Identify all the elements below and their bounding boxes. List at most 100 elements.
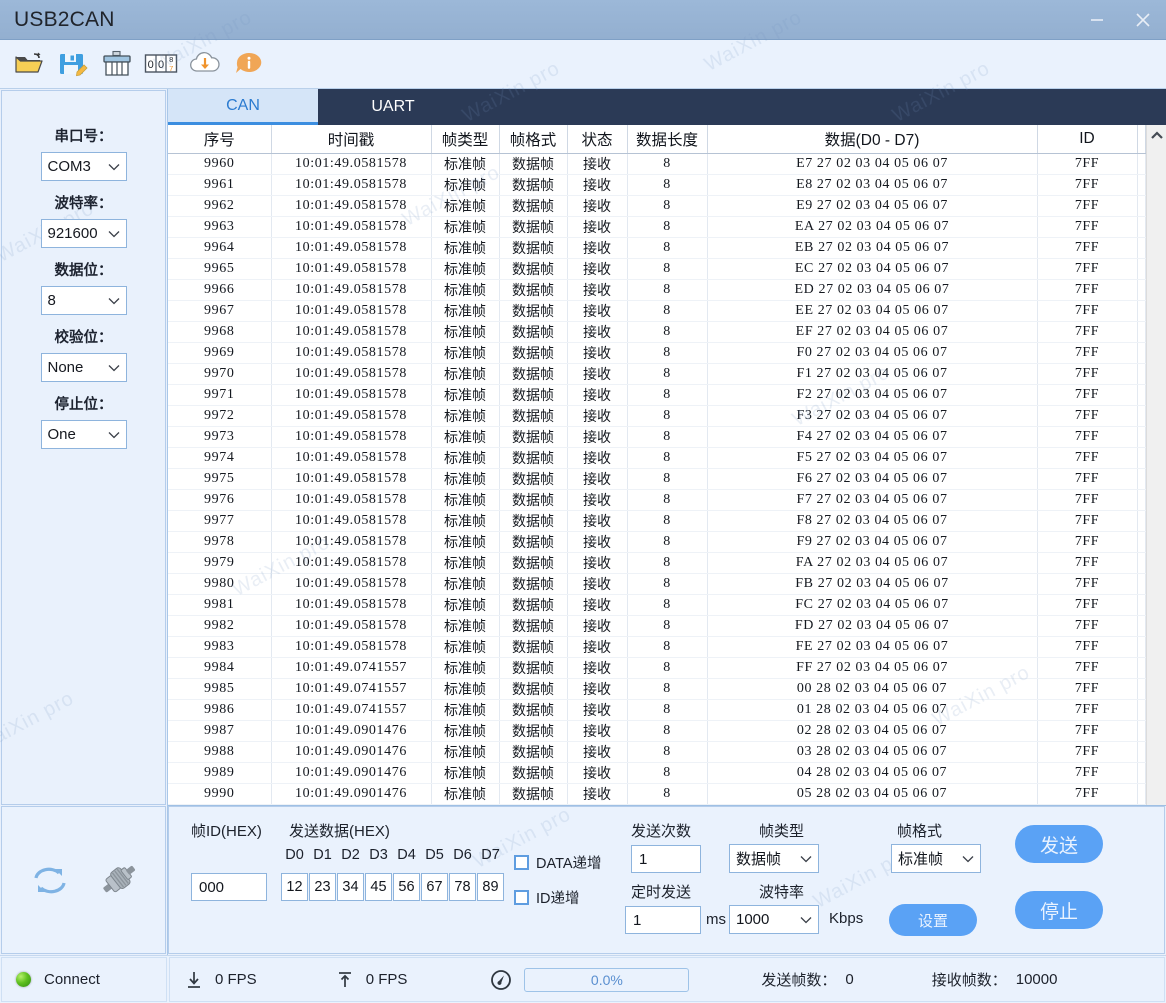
stop-button[interactable]: 停止 [1015, 891, 1103, 929]
byte-input-d0[interactable]: 12 [281, 873, 308, 901]
byte-input-d6[interactable]: 78 [449, 873, 476, 901]
col-header-seq[interactable]: 序号 [168, 125, 271, 153]
send-panel: WaiXin pro WaiXin pro 帧ID(HEX) 000 发送数据(… [168, 806, 1165, 954]
tab-uart[interactable]: UART [318, 89, 468, 125]
table-row[interactable]: 997810:01:49.0581578标准帧数据帧接收8F9 27 02 03… [168, 531, 1146, 552]
table-row[interactable]: 996010:01:49.0581578标准帧数据帧接收8E7 27 02 03… [168, 153, 1146, 174]
cell-state: 接收 [567, 258, 627, 279]
table-row[interactable]: 996410:01:49.0581578标准帧数据帧接收8EB 27 02 03… [168, 237, 1146, 258]
byte-input-d2[interactable]: 34 [337, 873, 364, 901]
baudrate-select[interactable]: 921600 [41, 219, 127, 248]
cell-time: 10:01:49.0581578 [271, 258, 431, 279]
table-row[interactable]: 996910:01:49.0581578标准帧数据帧接收8F0 27 02 03… [168, 342, 1146, 363]
scroll-up-button[interactable] [1147, 125, 1166, 145]
cell-fformat: 数据帧 [499, 741, 567, 762]
col-header-dlc[interactable]: 数据长度 [627, 125, 707, 153]
col-header-ftype[interactable]: 帧类型 [431, 125, 499, 153]
col-header-id[interactable]: ID [1037, 125, 1137, 153]
open-file-button[interactable] [10, 44, 48, 84]
counter-button[interactable]: 0 0 8 7 [142, 44, 180, 84]
table-row[interactable]: 999010:01:49.0901476标准帧数据帧接收805 28 02 03… [168, 783, 1146, 804]
table-row[interactable]: 997410:01:49.0581578标准帧数据帧接收8F5 27 02 03… [168, 447, 1146, 468]
byte-input-d5[interactable]: 67 [421, 873, 448, 901]
connection-status[interactable]: Connect [1, 957, 167, 1002]
table-row[interactable]: 996110:01:49.0581578标准帧数据帧接收8E8 27 02 03… [168, 174, 1146, 195]
tab-can[interactable]: CAN [168, 89, 318, 125]
table-row[interactable]: 997510:01:49.0581578标准帧数据帧接收8F6 27 02 03… [168, 468, 1146, 489]
table-row[interactable]: 996710:01:49.0581578标准帧数据帧接收8EE 27 02 03… [168, 300, 1146, 321]
cell-fformat: 数据帧 [499, 237, 567, 258]
byte-input-d3[interactable]: 45 [365, 873, 392, 901]
cell-data: 00 28 02 03 04 05 06 07 [707, 678, 1037, 699]
save-file-button[interactable] [54, 44, 92, 84]
table-row[interactable]: 997610:01:49.0581578标准帧数据帧接收8F7 27 02 03… [168, 489, 1146, 510]
table-row[interactable]: 998110:01:49.0581578标准帧数据帧接收8FC 27 02 03… [168, 594, 1146, 615]
table-row[interactable]: 996510:01:49.0581578标准帧数据帧接收8EC 27 02 03… [168, 258, 1146, 279]
cell-data: F1 27 02 03 04 05 06 07 [707, 363, 1037, 384]
table-row[interactable]: 997010:01:49.0581578标准帧数据帧接收8F1 27 02 03… [168, 363, 1146, 384]
port-select[interactable]: COM3 [41, 152, 127, 181]
byte-input-d4[interactable]: 56 [393, 873, 420, 901]
vertical-scrollbar[interactable] [1146, 125, 1166, 805]
col-header-time[interactable]: 时间戳 [271, 125, 431, 153]
col-header-data[interactable]: 数据(D0 - D7) [707, 125, 1037, 153]
minimize-button[interactable] [1074, 0, 1120, 39]
byte-input-d1[interactable]: 23 [309, 873, 336, 901]
table-row[interactable]: 998310:01:49.0581578标准帧数据帧接收8FE 27 02 03… [168, 636, 1146, 657]
table-row[interactable]: 996810:01:49.0581578标准帧数据帧接收8EF 27 02 03… [168, 321, 1146, 342]
frame-id-input[interactable]: 000 [191, 873, 267, 901]
timer-send-input[interactable]: 1 [625, 906, 701, 934]
table-row[interactable]: 997210:01:49.0581578标准帧数据帧接收8F3 27 02 03… [168, 405, 1146, 426]
table-row[interactable]: 998510:01:49.0741557标准帧数据帧接收800 28 02 03… [168, 678, 1146, 699]
databits-select[interactable]: 8 [41, 286, 127, 315]
table-row[interactable]: 998210:01:49.0581578标准帧数据帧接收8FD 27 02 03… [168, 615, 1146, 636]
parity-select[interactable]: None [41, 353, 127, 382]
col-header-state[interactable]: 状态 [567, 125, 627, 153]
bus-load-value: 0.0% [591, 972, 623, 988]
table-row[interactable]: 997310:01:49.0581578标准帧数据帧接收8F4 27 02 03… [168, 426, 1146, 447]
send-count-input[interactable]: 1 [631, 845, 701, 873]
table-row[interactable]: 996310:01:49.0581578标准帧数据帧接收8EA 27 02 03… [168, 216, 1146, 237]
table-row[interactable]: 998810:01:49.0901476标准帧数据帧接收803 28 02 03… [168, 741, 1146, 762]
chevron-down-icon [108, 161, 120, 173]
table-row[interactable]: 998010:01:49.0581578标准帧数据帧接收8FB 27 02 03… [168, 573, 1146, 594]
cell-id: 7FF [1037, 216, 1137, 237]
cell-state: 接收 [567, 216, 627, 237]
cell-pad [1137, 678, 1146, 699]
table-row[interactable]: 997110:01:49.0581578标准帧数据帧接收8F2 27 02 03… [168, 384, 1146, 405]
connector-button[interactable] [95, 860, 141, 900]
table-row[interactable]: 997910:01:49.0581578标准帧数据帧接收8FA 27 02 03… [168, 552, 1146, 573]
refresh-button[interactable] [27, 860, 73, 900]
stopbits-select[interactable]: One [41, 420, 127, 449]
cell-ftype: 标准帧 [431, 573, 499, 594]
table-row[interactable]: 996210:01:49.0581578标准帧数据帧接收8E9 27 02 03… [168, 195, 1146, 216]
body: WaiXin pro WaiXin pro 串口号： COM3 波特率： 921… [0, 89, 1166, 955]
clear-button[interactable] [98, 44, 136, 84]
id-increment-checkbox[interactable]: ID递增 [514, 887, 580, 908]
table-row[interactable]: 997710:01:49.0581578标准帧数据帧接收8F8 27 02 03… [168, 510, 1146, 531]
cell-time: 10:01:49.0741557 [271, 699, 431, 720]
cell-data: FB 27 02 03 04 05 06 07 [707, 573, 1037, 594]
byte-label-d3: D3 [365, 847, 392, 863]
send-button[interactable]: 发送 [1015, 825, 1103, 863]
table-row[interactable]: 998410:01:49.0741557标准帧数据帧接收8FF 27 02 03… [168, 657, 1146, 678]
download-button[interactable] [186, 44, 224, 84]
settings-button[interactable]: 设置 [889, 904, 977, 936]
frame-type-select[interactable]: 数据帧 [729, 844, 819, 873]
cell-id: 7FF [1037, 783, 1137, 804]
close-button[interactable] [1120, 0, 1166, 39]
cell-ftype: 标准帧 [431, 594, 499, 615]
byte-input-d7[interactable]: 89 [477, 873, 504, 901]
send-baudrate-select[interactable]: 1000 [729, 905, 819, 934]
table-row[interactable]: 998710:01:49.0901476标准帧数据帧接收802 28 02 03… [168, 720, 1146, 741]
table-row[interactable]: 996610:01:49.0581578标准帧数据帧接收8ED 27 02 03… [168, 279, 1146, 300]
table-row[interactable]: 998610:01:49.0741557标准帧数据帧接收801 28 02 03… [168, 699, 1146, 720]
download-arrow-icon [184, 970, 204, 990]
col-header-fformat[interactable]: 帧格式 [499, 125, 567, 153]
data-increment-checkbox[interactable]: DATA递增 [514, 852, 602, 873]
cell-ftype: 标准帧 [431, 552, 499, 573]
table-row[interactable]: 998910:01:49.0901476标准帧数据帧接收804 28 02 03… [168, 762, 1146, 783]
frame-format-select[interactable]: 标准帧 [891, 844, 981, 873]
info-button[interactable] [230, 44, 268, 84]
cell-id: 7FF [1037, 384, 1137, 405]
